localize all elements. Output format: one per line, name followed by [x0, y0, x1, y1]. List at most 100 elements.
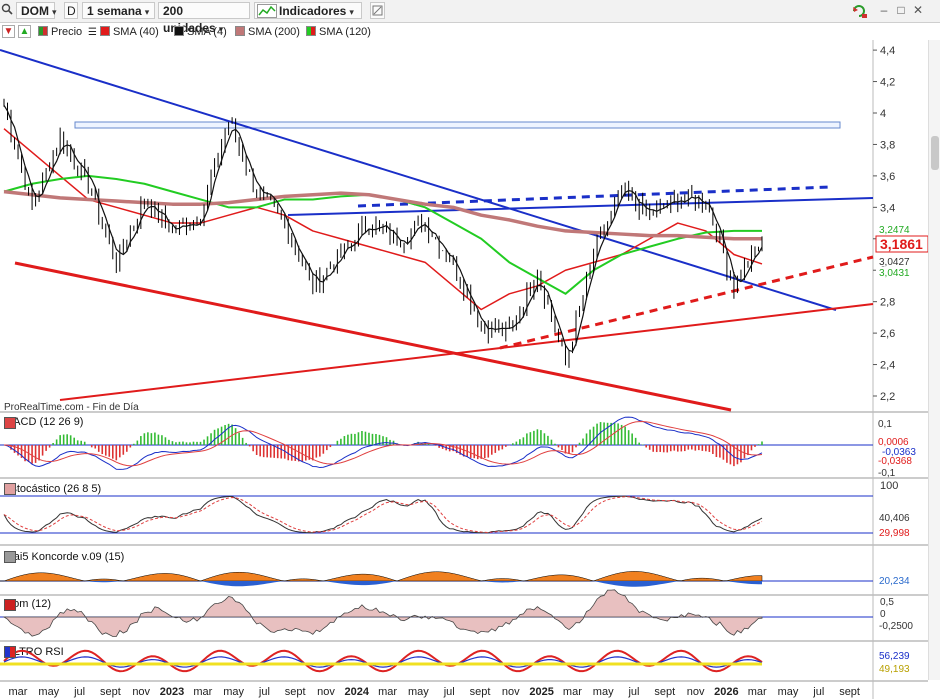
- x-tick-label: mar: [9, 686, 28, 698]
- stoch-panel-icon[interactable]: [4, 483, 16, 495]
- price-legend: ▼ ▲ Precio ☰ SMA (40) SMA (4) SMA (200) S…: [0, 23, 870, 40]
- legend-swatch: [306, 26, 316, 36]
- macd-series: [3, 416, 763, 470]
- legend-swatch: [99, 26, 110, 36]
- macd-axis-label: -0,1: [878, 468, 896, 479]
- units-selector[interactable]: 200 unidades ▾: [158, 2, 250, 35]
- indicators-button[interactable]: Indicadores ▾: [254, 2, 362, 19]
- close-icon[interactable]: ✕: [911, 3, 925, 18]
- indicators-label: Indicadores: [279, 4, 347, 18]
- rsi-value: 56,239: [879, 651, 910, 662]
- ma-line: [3, 128, 763, 311]
- legend-swatch: [174, 26, 184, 36]
- x-tick-label: sept: [470, 686, 491, 698]
- x-tick-label: may: [408, 686, 429, 698]
- x-tick-label: mar: [748, 686, 767, 698]
- sma4-value: 3,0431: [879, 268, 910, 279]
- scrollbar-thumb[interactable]: [931, 136, 939, 170]
- x-tick-label: jul: [73, 686, 85, 698]
- ma-line: [3, 174, 762, 295]
- maximize-icon[interactable]: □: [894, 3, 908, 18]
- x-tick-label: mar: [378, 686, 397, 698]
- macd-signal-value: -0,0363: [882, 447, 916, 458]
- rsi-panel-icon[interactable]: [4, 646, 16, 658]
- badge-bg: [876, 224, 928, 235]
- indicators-icon: [257, 4, 277, 18]
- macd-signal-line: [3, 421, 763, 467]
- price-series: [3, 98, 763, 368]
- x-tick-label: 2026: [714, 686, 738, 698]
- search-icon[interactable]: [1, 2, 13, 19]
- koncorde-panel-icon[interactable]: [4, 551, 16, 563]
- y-tick-label: 3,4: [880, 202, 895, 214]
- rsi-series: [0, 649, 763, 673]
- mom-axis-label: 0,5: [880, 597, 894, 608]
- x-tick-label: sept: [285, 686, 306, 698]
- x-tick-label: mar: [193, 686, 212, 698]
- macd-line: [3, 416, 763, 470]
- time-axis: mar may jul sept nov 2023 mar may jul sept nov 2024…: [9, 686, 860, 698]
- x-tick-label: may: [593, 686, 614, 698]
- sma40-value: 3,0427: [879, 257, 910, 268]
- y-tick-label: 2,2: [880, 391, 895, 403]
- x-tick-label: 2023: [160, 686, 184, 698]
- refresh-icon[interactable]: [850, 2, 868, 19]
- badge-bg: [876, 267, 928, 278]
- settings-icon[interactable]: [370, 2, 385, 19]
- macd-axis-label: 0,1: [878, 419, 892, 430]
- period-button[interactable]: D: [64, 2, 78, 19]
- legend-price[interactable]: Precio: [38, 25, 82, 39]
- macd-panel-icon[interactable]: [4, 417, 16, 429]
- mom-area: [2, 589, 763, 637]
- y-tick-label: 3,8: [880, 139, 895, 151]
- trendline-red-down: [14, 261, 732, 412]
- resistance-zone: [74, 121, 841, 129]
- mom-series: [2, 589, 763, 637]
- vertical-scrollbar[interactable]: [928, 40, 940, 680]
- symbol-selector[interactable]: DOM ▾: [16, 2, 57, 19]
- koncorde-title: Blai5 Koncorde v.09 (15): [4, 551, 124, 563]
- mom-axis-label: 0: [880, 609, 886, 620]
- last-price-value: 3,1861: [880, 236, 923, 252]
- sma120-value: 3,2474: [879, 225, 910, 236]
- x-tick-label: sept: [100, 686, 121, 698]
- mom-value: -0,2500: [879, 621, 913, 632]
- rsi-line: [3, 649, 763, 673]
- minimize-icon[interactable]: –: [877, 3, 891, 18]
- moving-averages: [3, 128, 763, 311]
- koncorde-area: [0, 581, 762, 587]
- rsi-line: [3, 656, 763, 668]
- macd-hist-value: -0,0368: [878, 456, 912, 467]
- x-tick-label: jul: [627, 686, 639, 698]
- toolbar: DOM ▾ D 1 semana ▾ 200 unidades ▾ Indicador…: [0, 0, 940, 35]
- legend-sma120[interactable]: SMA (120): [306, 25, 371, 39]
- legend-sma200[interactable]: SMA (200): [235, 25, 300, 39]
- stoch-d-line: [3, 496, 763, 533]
- price-axis: 4,4 4,2 4 3,8 3,6 3,4 3,2 3 2,8 2,6 2,4 2,2: [873, 45, 895, 403]
- legend-sma40-label: SMA (40): [112, 26, 159, 38]
- y-tick-label: 4,4: [880, 45, 895, 57]
- stoch-k-line: [3, 495, 763, 534]
- ma-line: [3, 189, 762, 241]
- symbol-label: DOM: [21, 4, 49, 18]
- interval-label: 1 semana: [87, 4, 142, 18]
- interval-selector[interactable]: 1 semana ▾: [82, 2, 155, 19]
- legend-swatch: [38, 26, 48, 36]
- stoch-k-value: 40,406: [879, 513, 910, 524]
- chevron-down-icon: ▾: [144, 7, 150, 17]
- stoch-d-value: 29,998: [879, 528, 910, 539]
- mom-panel-icon[interactable]: [4, 599, 16, 611]
- collapse-down-icon[interactable]: ▼: [2, 25, 15, 38]
- y-tick-label: 2,6: [880, 328, 895, 340]
- legend-sma40[interactable]: ☰ SMA (40): [88, 25, 159, 40]
- expand-up-icon[interactable]: ▲: [18, 25, 31, 38]
- legend-sma200-label: SMA (200): [248, 26, 300, 38]
- legend-price-label: Precio: [51, 26, 83, 38]
- sma4-line: [3, 105, 763, 353]
- stoch-axis-label: 100: [880, 480, 898, 492]
- legend-sma4-label: SMA (4): [187, 26, 227, 38]
- legend-sma4[interactable]: SMA (4): [174, 25, 227, 39]
- trendline-blue-horizontal: [287, 197, 874, 216]
- chevron-down-icon: ▾: [52, 7, 57, 17]
- x-tick-label: sept: [839, 686, 860, 698]
